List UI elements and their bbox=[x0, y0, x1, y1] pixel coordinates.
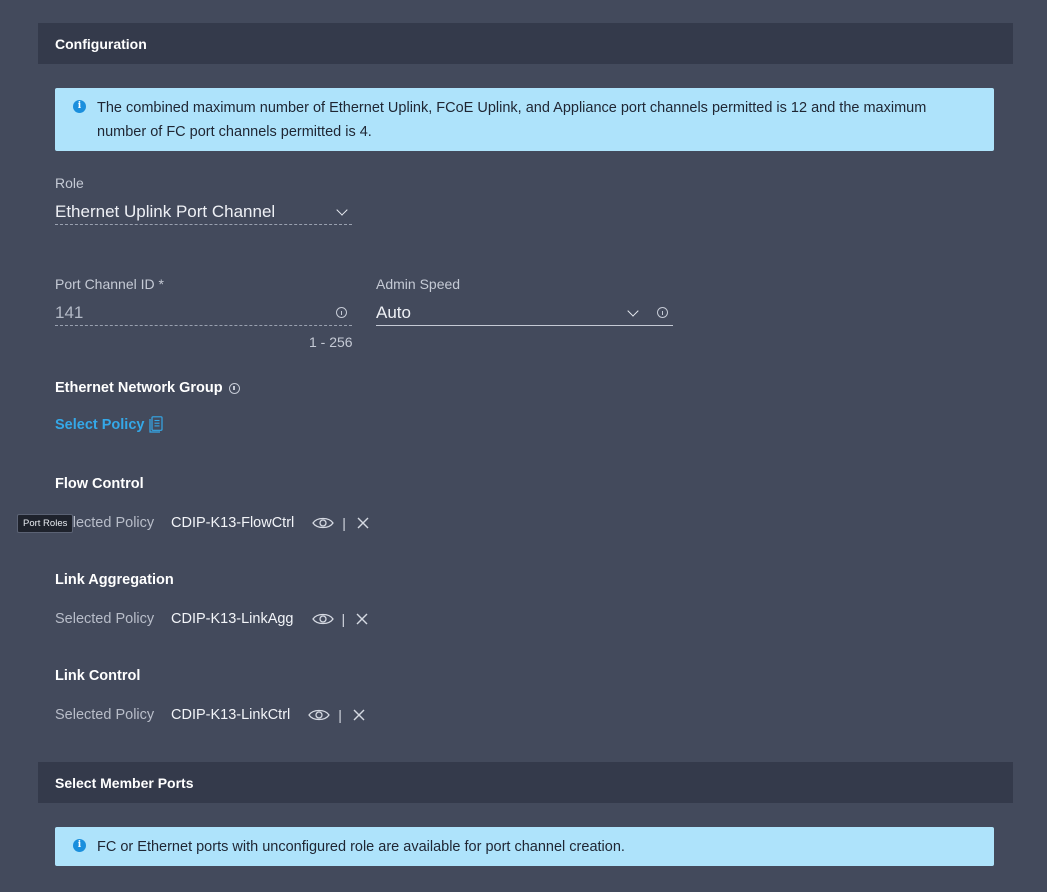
role-selected-value: Ethernet Uplink Port Channel bbox=[55, 201, 276, 221]
port-channel-id-value: 141 bbox=[55, 302, 84, 322]
chevron-down-icon bbox=[336, 203, 348, 216]
eye-icon[interactable] bbox=[308, 708, 331, 722]
policy-document-icon bbox=[149, 416, 164, 433]
separator: | bbox=[338, 707, 342, 723]
info-banner-text: The combined maximum number of Ethernet … bbox=[97, 100, 927, 140]
link-aggregation-selected-policy-row: Selected Policy CDIP-K13-LinkAgg | bbox=[55, 609, 368, 629]
link-control-selected-policy-row: Selected Policy CDIP-K13-LinkCtrl | bbox=[55, 705, 365, 725]
ethernet-network-group-label: Ethernet Network Group bbox=[55, 380, 223, 396]
admin-speed-label: Admin Speed bbox=[376, 276, 461, 292]
ethernet-network-group-title: Ethernet Network Group bbox=[55, 380, 240, 396]
link-aggregation-policy-name: CDIP-K13-LinkAgg bbox=[171, 611, 294, 627]
ethernet-network-group-info-icon[interactable] bbox=[228, 382, 240, 394]
member-ports-info-banner: i FC or Ethernet ports with unconfigured… bbox=[55, 827, 994, 866]
port-channel-id-input[interactable]: 141 bbox=[55, 300, 352, 326]
eye-icon[interactable] bbox=[312, 516, 335, 530]
eye-icon[interactable] bbox=[311, 612, 334, 626]
role-label: Role bbox=[55, 175, 84, 191]
chevron-down-icon[interactable] bbox=[627, 304, 639, 317]
link-control-selected-label: Selected Policy bbox=[55, 707, 155, 723]
port-channel-id-label: Port Channel ID * bbox=[55, 276, 164, 292]
select-policy-label: Select Policy bbox=[55, 416, 145, 433]
flow-control-policy-name: CDIP-K13-FlowCtrl bbox=[171, 515, 295, 531]
port-channel-config-page: Configuration i The combined maximum num… bbox=[0, 0, 1047, 892]
link-aggregation-selected-label: Selected Policy bbox=[55, 611, 155, 627]
member-ports-section-header: Select Member Ports bbox=[38, 762, 1013, 803]
port-channel-id-range-hint: 1 - 256 bbox=[309, 334, 353, 350]
separator: | bbox=[341, 611, 346, 627]
port-channel-id-info-icon[interactable] bbox=[336, 307, 347, 318]
close-icon[interactable] bbox=[356, 613, 368, 625]
separator: | bbox=[342, 515, 346, 531]
close-icon[interactable] bbox=[357, 517, 369, 529]
configuration-section-header: Configuration bbox=[38, 23, 1013, 64]
close-icon[interactable] bbox=[353, 709, 365, 721]
port-roles-tooltip: Port Roles bbox=[17, 514, 74, 533]
port-channel-limit-info-banner: i The combined maximum number of Etherne… bbox=[55, 88, 994, 151]
member-ports-title: Select Member Ports bbox=[55, 774, 194, 791]
admin-speed-controls bbox=[627, 304, 673, 318]
role-select[interactable]: Ethernet Uplink Port Channel bbox=[55, 199, 352, 225]
info-icon: i bbox=[73, 100, 86, 113]
link-aggregation-title: Link Aggregation bbox=[55, 572, 174, 588]
info-icon: i bbox=[73, 839, 86, 852]
flow-control-selected-policy-row: Selected Policy CDIP-K13-FlowCtrl | bbox=[55, 513, 369, 533]
link-control-title: Link Control bbox=[55, 668, 141, 684]
configuration-title: Configuration bbox=[55, 35, 147, 52]
member-ports-info-text: FC or Ethernet ports with unconfigured r… bbox=[97, 839, 625, 855]
admin-speed-info-icon[interactable] bbox=[657, 307, 668, 318]
link-control-policy-name: CDIP-K13-LinkCtrl bbox=[171, 707, 291, 723]
admin-speed-value: Auto bbox=[376, 302, 411, 322]
select-policy-link[interactable]: Select Policy bbox=[55, 416, 164, 433]
flow-control-title: Flow Control bbox=[55, 476, 144, 492]
admin-speed-select[interactable]: Auto bbox=[376, 300, 673, 326]
